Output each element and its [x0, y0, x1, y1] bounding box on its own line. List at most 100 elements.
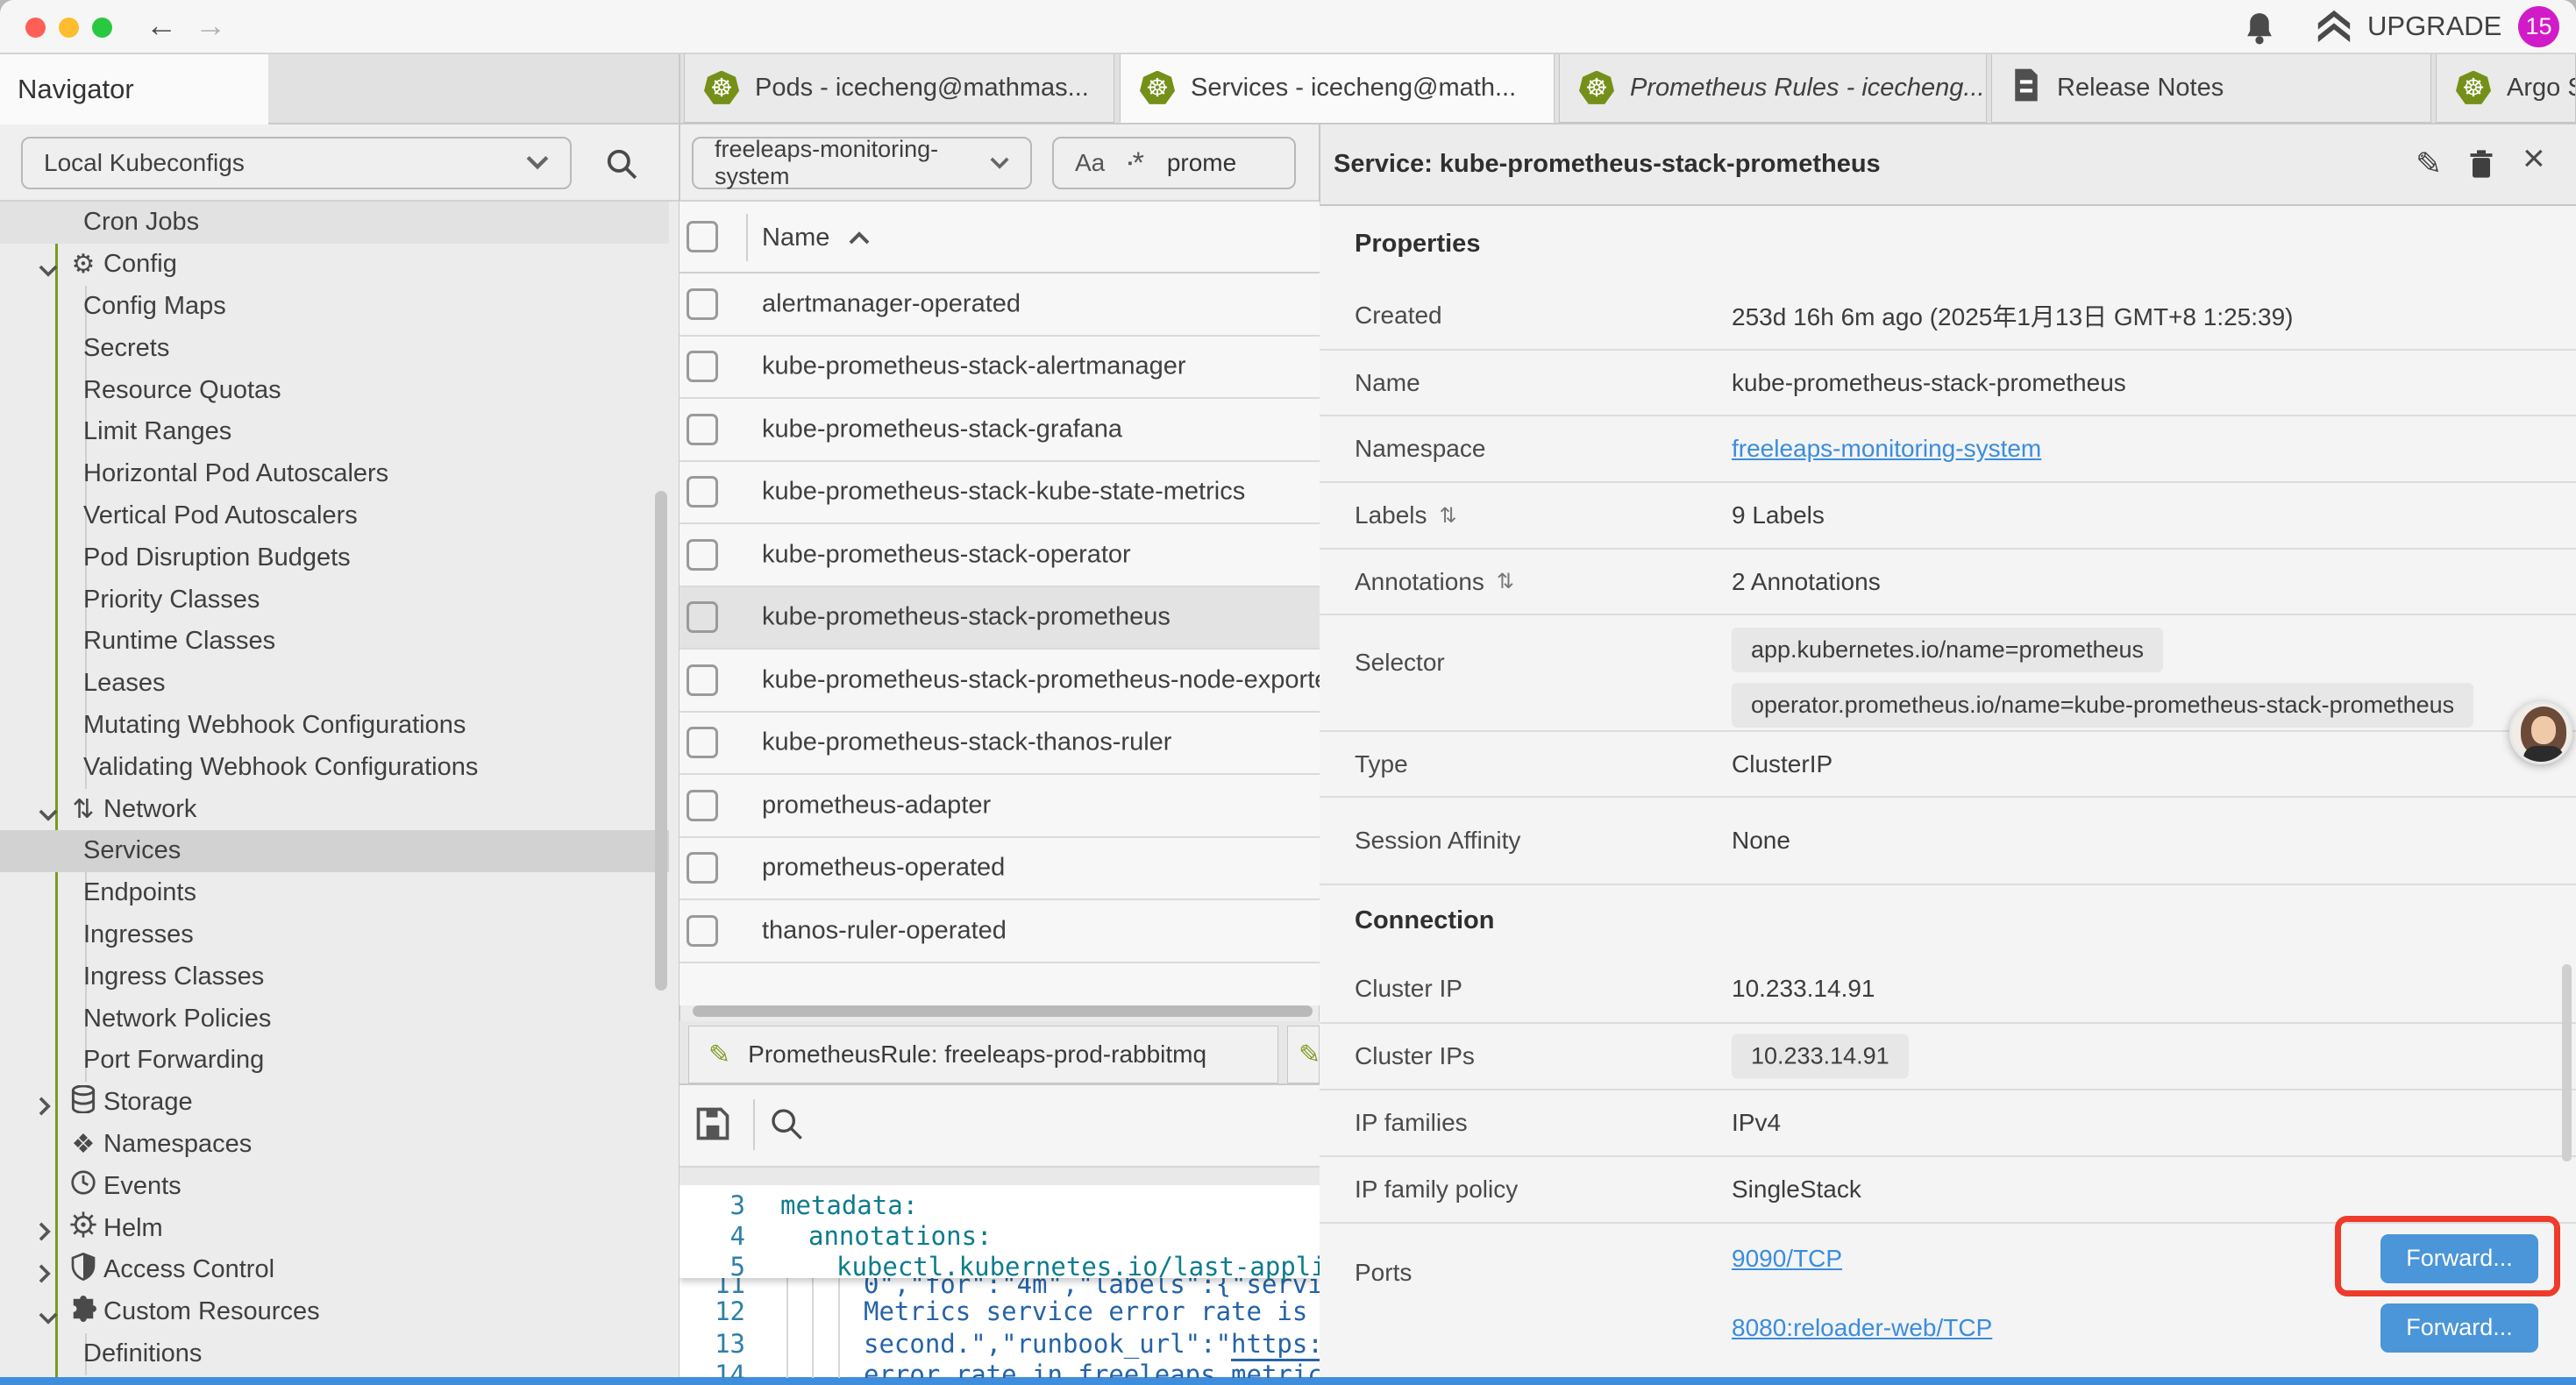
- sort-toggle-icon[interactable]: ⇅: [1440, 503, 1457, 529]
- save-icon[interactable]: [694, 1104, 732, 1143]
- table-row[interactable]: alertmanager-operated: [680, 273, 1320, 337]
- sidebar-item-validating-webhook-configurations[interactable]: Validating Webhook Configurations: [0, 746, 669, 788]
- editor-tab-partial[interactable]: ✎: [1287, 1026, 1320, 1083]
- red-highlight-annotation: [2335, 1216, 2560, 1296]
- edit-resource-icon[interactable]: ✎: [2416, 146, 2442, 182]
- table-row[interactable]: kube-prometheus-stack-alertmanager: [680, 337, 1320, 400]
- details-scrollbar[interactable]: [2562, 964, 2572, 1161]
- kubeconfig-selector[interactable]: Local Kubeconfigs: [21, 137, 572, 189]
- row-checkbox[interactable]: [687, 727, 718, 758]
- sidebar-search-icon[interactable]: [605, 147, 638, 181]
- table-row[interactable]: prometheus-operated: [680, 838, 1320, 901]
- list-search-input[interactable]: Aa ▪* prome: [1052, 137, 1296, 189]
- table-row[interactable]: kube-prometheus-stack-thanos-ruler: [680, 713, 1320, 776]
- row-checkbox[interactable]: [687, 664, 718, 696]
- sidebar-item-leases[interactable]: Leases: [0, 663, 669, 705]
- table-row[interactable]: kube-prometheus-stack-kube-state-metrics: [680, 462, 1320, 525]
- row-checkbox[interactable]: [687, 852, 718, 884]
- sidebar-item-network[interactable]: ⇅Network: [0, 788, 669, 830]
- tab-argo-se[interactable]: ☸Argo Se: [2436, 54, 2576, 123]
- sidebar-item-port-forwarding[interactable]: Port Forwarding: [0, 1040, 669, 1082]
- notification-count-badge[interactable]: 15: [2518, 6, 2559, 47]
- chevron-right-icon[interactable]: [39, 1219, 52, 1248]
- row-checkbox[interactable]: [687, 414, 718, 445]
- sidebar-item-cron-jobs[interactable]: Cron Jobs: [0, 202, 669, 244]
- sidebar-item-ingress-classes[interactable]: Ingress Classes: [0, 955, 669, 998]
- list-horizontal-scrollbar[interactable]: [693, 1005, 1313, 1017]
- sidebar-item-limit-ranges[interactable]: Limit Ranges: [0, 411, 669, 453]
- tab-release-notes[interactable]: Release Notes: [1991, 54, 2431, 123]
- sidebar-item-mutating-webhook-configurations[interactable]: Mutating Webhook Configurations: [0, 705, 669, 747]
- column-header-name[interactable]: Name: [762, 202, 870, 273]
- sidebar-item-access-control[interactable]: Access Control: [0, 1249, 669, 1291]
- sidebar-item-resource-quotas[interactable]: Resource Quotas: [0, 369, 669, 411]
- forward-button[interactable]: Forward...: [2380, 1303, 2538, 1353]
- sidebar-scrollbar[interactable]: [655, 491, 667, 991]
- code-link[interactable]: https://netl: [1231, 1329, 1320, 1361]
- sidebar-item-vertical-pod-autoscalers[interactable]: Vertical Pod Autoscalers: [0, 495, 669, 537]
- sidebar-item-ingresses[interactable]: Ingresses: [0, 914, 669, 956]
- user-avatar[interactable]: [2509, 701, 2572, 764]
- chevron-right-icon[interactable]: [39, 1094, 52, 1123]
- sidebar-item-storage[interactable]: Storage: [0, 1082, 669, 1124]
- gear-icon: ⚙: [68, 249, 98, 280]
- sort-toggle-icon[interactable]: ⇅: [1497, 569, 1514, 594]
- namespace-link[interactable]: freeleaps-monitoring-system: [1732, 435, 2041, 463]
- sidebar-item-pod-disruption-budgets[interactable]: Pod Disruption Budgets: [0, 536, 669, 579]
- editor-search-icon[interactable]: [769, 1106, 804, 1141]
- select-all-checkbox[interactable]: [687, 221, 718, 252]
- sidebar-item-custom-resources[interactable]: Custom Resources: [0, 1291, 669, 1333]
- editor-tab-prometheusrule[interactable]: ✎ PrometheusRule: freeleaps-prod-rabbitm…: [688, 1026, 1278, 1083]
- chevron-down-icon[interactable]: [39, 256, 58, 285]
- sidebar-item-services[interactable]: Services: [0, 830, 669, 872]
- sidebar-item-helm[interactable]: Helm: [0, 1207, 669, 1249]
- chevron-right-icon[interactable]: [39, 1261, 52, 1290]
- close-detail-icon[interactable]: ×: [2523, 137, 2545, 181]
- sidebar-item-network-policies[interactable]: Network Policies: [0, 998, 669, 1040]
- port-link[interactable]: 9090/TCP: [1732, 1245, 1842, 1273]
- row-checkbox[interactable]: [687, 476, 718, 508]
- row-checkbox[interactable]: [687, 601, 718, 633]
- table-row[interactable]: kube-prometheus-stack-operator: [680, 524, 1320, 587]
- yaml-editor[interactable]: 3metadata:4annotations:5kubectl.kubernet…: [680, 1185, 1320, 1378]
- table-row[interactable]: kube-prometheus-stack-prometheus: [680, 587, 1320, 650]
- back-arrow-icon[interactable]: ←: [146, 7, 177, 44]
- regex-toggle[interactable]: ▪*: [1128, 146, 1144, 181]
- table-row[interactable]: prometheus-adapter: [680, 775, 1320, 838]
- maximize-window-button[interactable]: [92, 18, 112, 38]
- match-case-toggle[interactable]: Aa: [1075, 149, 1105, 177]
- row-checkbox[interactable]: [687, 288, 718, 320]
- upgrade-button[interactable]: UPGRADE: [2315, 9, 2501, 44]
- navigator-panel-tab[interactable]: Navigator: [0, 54, 268, 124]
- sidebar-item-config-maps[interactable]: Config Maps: [0, 286, 669, 328]
- sidebar-item-events[interactable]: Events: [0, 1165, 669, 1207]
- namespace-filter-dropdown[interactable]: freeleaps-monitoring-system: [692, 137, 1032, 189]
- tab-prometheus-rules-icecheng[interactable]: ☸Prometheus Rules - icecheng...: [1559, 54, 1987, 123]
- forward-arrow-icon[interactable]: →: [195, 7, 226, 44]
- sidebar-item-secrets[interactable]: Secrets: [0, 327, 669, 369]
- table-row[interactable]: kube-prometheus-stack-grafana: [680, 399, 1320, 462]
- row-checkbox[interactable]: [687, 539, 718, 571]
- chevron-down-icon[interactable]: [39, 1303, 58, 1332]
- close-window-button[interactable]: [25, 18, 46, 38]
- sidebar-item-endpoints[interactable]: Endpoints: [0, 872, 669, 914]
- sidebar-item-priority-classes[interactable]: Priority Classes: [0, 579, 669, 621]
- row-checkbox[interactable]: [687, 351, 718, 382]
- table-row[interactable]: kube-prometheus-stack-prometheus-node-ex…: [680, 650, 1320, 713]
- detail-value: 9 Labels: [1732, 501, 1825, 529]
- row-checkbox[interactable]: [687, 790, 718, 821]
- tab-services-icecheng-math[interactable]: ☸Services - icecheng@math...×: [1120, 54, 1555, 123]
- delete-resource-icon[interactable]: [2468, 149, 2494, 187]
- sidebar-item-horizontal-pod-autoscalers[interactable]: Horizontal Pod Autoscalers: [0, 453, 669, 495]
- table-row[interactable]: thanos-ruler-operated: [680, 900, 1320, 963]
- sidebar-item-definitions[interactable]: Definitions: [0, 1333, 669, 1375]
- sidebar-item-config[interactable]: ⚙Config: [0, 244, 669, 286]
- port-link[interactable]: 8080:reloader-web/TCP: [1732, 1314, 1992, 1342]
- minimize-window-button[interactable]: [59, 18, 79, 38]
- sidebar-item-runtime-classes[interactable]: Runtime Classes: [0, 621, 669, 663]
- notifications-bell-icon[interactable]: [2243, 11, 2276, 50]
- sidebar-item-namespaces[interactable]: ❖Namespaces: [0, 1124, 669, 1166]
- tab-pods-icecheng-mathmas[interactable]: ☸Pods - icecheng@mathmas...: [684, 54, 1114, 123]
- row-checkbox[interactable]: [687, 915, 718, 947]
- chevron-down-icon[interactable]: [39, 800, 58, 829]
